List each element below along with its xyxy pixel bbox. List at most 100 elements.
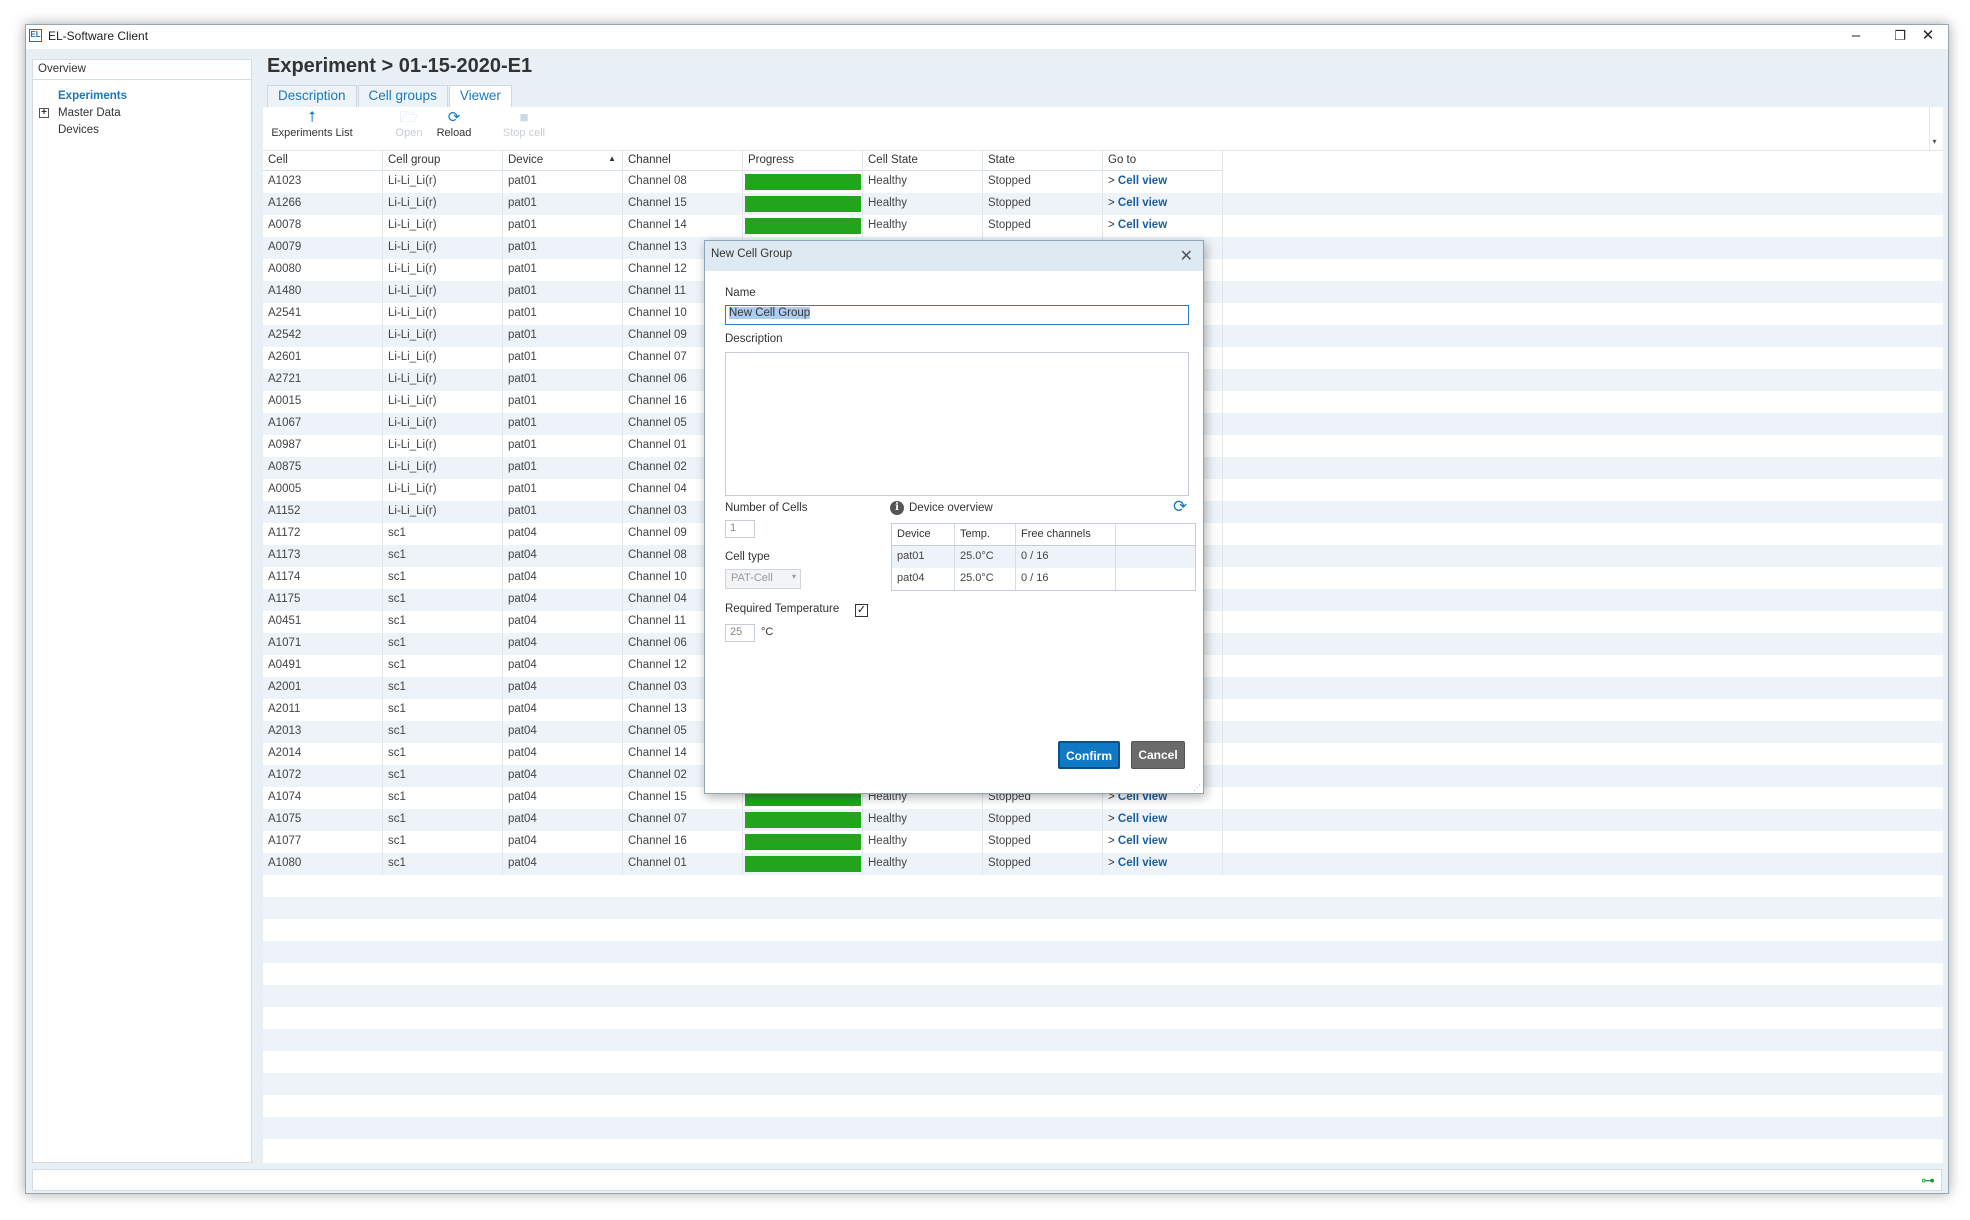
description-label: Description (725, 333, 783, 345)
cell-device: pat01 (503, 347, 623, 369)
cell-device: pat01 (503, 369, 623, 391)
column-header-cell[interactable]: Cell (263, 151, 383, 171)
column-header-channel[interactable]: Channel (623, 151, 743, 171)
cell-device: pat01 (503, 479, 623, 501)
sidebar-item-devices[interactable]: Devices (58, 124, 99, 136)
name-input[interactable]: New Cell Group (725, 305, 1189, 325)
cell-cell-id: A0005 (263, 479, 383, 501)
cell-device: pat04 (503, 677, 623, 699)
column-header-cell-group[interactable]: Cell group (383, 151, 503, 171)
reload-button[interactable]: ⟳ Reload (431, 109, 477, 139)
device-table-row[interactable]: pat04 25.0°C 0 / 16 (892, 568, 1195, 590)
empty-row (263, 1073, 1943, 1095)
confirm-button[interactable]: Confirm (1058, 741, 1120, 769)
progress-fill (745, 174, 861, 190)
number-of-cells-label: Number of Cells (725, 502, 808, 514)
cell-device: pat01 (503, 171, 623, 193)
column-header-progress[interactable]: Progress (743, 151, 863, 171)
cell-cell-group: Li-Li_Li(r) (383, 237, 503, 259)
column-header-device[interactable]: Device ▲ (503, 151, 623, 171)
cell-state: Stopped (983, 831, 1103, 853)
empty-row (263, 1029, 1943, 1051)
tab-cell-groups[interactable]: Cell groups (357, 85, 448, 107)
description-textarea[interactable] (725, 352, 1189, 496)
cell-go-to[interactable]: > Cell view (1103, 809, 1223, 831)
cancel-button[interactable]: Cancel (1131, 741, 1185, 769)
temperature-unit: °C (761, 626, 774, 638)
dialog-close-icon[interactable]: ✕ (1180, 246, 1193, 266)
open-button[interactable]: 🗁 Open (389, 109, 429, 139)
cell-channel: Channel 01 (623, 853, 743, 875)
cell-go-to[interactable]: > Cell view (1103, 193, 1223, 215)
cell-device: pat04 (503, 523, 623, 545)
cell-go-to[interactable]: > Cell view (1103, 171, 1223, 193)
cell-go-to[interactable]: > Cell view (1103, 215, 1223, 237)
column-header-state[interactable]: State (983, 151, 1103, 171)
cell-view-link[interactable]: Cell view (1118, 857, 1167, 869)
refresh-icon[interactable]: ⟳ (1173, 497, 1187, 517)
experiments-list-button[interactable]: ⭡ Experiments List (267, 109, 357, 139)
device-overview-table: Device Temp. Free channels pat01 25.0°C … (891, 523, 1196, 591)
cell-view-link[interactable]: Cell view (1118, 175, 1167, 187)
column-header-go-to[interactable]: Go to (1103, 151, 1223, 171)
cell-cell-state: Healthy (863, 215, 983, 237)
cell-cell-group: sc1 (383, 567, 503, 589)
device-table-row[interactable]: pat01 25.0°C 0 / 16 (892, 546, 1195, 568)
table-row[interactable]: A1080 sc1 pat04 Channel 01 Healthy Stopped > C… (263, 853, 1943, 875)
empty-row (263, 941, 1943, 963)
cell-cell-id: A1152 (263, 501, 383, 523)
cell-cell-group: sc1 (383, 853, 503, 875)
required-temperature-checkbox[interactable]: ✓ (855, 604, 868, 617)
cell-device: pat01 (503, 215, 623, 237)
cell-channel: Channel 08 (623, 171, 743, 193)
cell-cell-group: Li-Li_Li(r) (383, 501, 503, 523)
sidebar-item-master-data[interactable]: Master Data (58, 107, 121, 119)
cell-device: pat01 (503, 303, 623, 325)
progress-bar (745, 174, 861, 190)
stop-cell-button[interactable]: ■ Stop cell (499, 109, 549, 139)
device-name: pat04 (892, 568, 955, 590)
reload-label: Reload (436, 127, 472, 139)
table-row[interactable]: A1266 Li-Li_Li(r) pat01 Channel 15 Healthy St… (263, 193, 1943, 215)
cell-cell-state: Healthy (863, 193, 983, 215)
cell-view-link[interactable]: Cell view (1118, 813, 1167, 825)
cell-cell-group: Li-Li_Li(r) (383, 325, 503, 347)
table-row[interactable]: A1075 sc1 pat04 Channel 07 Healthy Stopped > C… (263, 809, 1943, 831)
cell-progress (743, 215, 863, 237)
tab-description[interactable]: Description (267, 85, 357, 107)
cell-cell-id: A1075 (263, 809, 383, 831)
table-row[interactable]: A1077 sc1 pat04 Channel 16 Healthy Stopped > C… (263, 831, 1943, 853)
cell-cell-group: sc1 (383, 611, 503, 633)
cell-go-to[interactable]: > Cell view (1103, 831, 1223, 853)
cell-view-link[interactable]: Cell view (1118, 219, 1167, 231)
cell-view-link[interactable]: Cell view (1118, 197, 1167, 209)
sidebar: Overview Experiments + Master Data Devic… (32, 59, 252, 1163)
close-icon[interactable]: ✕ (1906, 25, 1950, 49)
cell-cell-id: A0078 (263, 215, 383, 237)
cell-cell-state: Healthy (863, 809, 983, 831)
cell-go-to[interactable]: > Cell view (1103, 853, 1223, 875)
cell-cell-group: sc1 (383, 699, 503, 721)
empty-row (263, 875, 1943, 897)
tab-viewer[interactable]: Viewer (448, 85, 512, 107)
progress-bar (745, 812, 861, 828)
expand-plus-icon[interactable]: + (39, 108, 49, 118)
cell-view-link[interactable]: Cell view (1118, 835, 1167, 847)
cell-device: pat04 (503, 721, 623, 743)
table-row[interactable]: A1023 Li-Li_Li(r) pat01 Channel 08 Healthy St… (263, 171, 1943, 193)
column-header-cell-state[interactable]: Cell State (863, 151, 983, 171)
toolbar-overflow-icon[interactable]: ▾ (1929, 107, 1939, 151)
resize-grip-icon[interactable]: ⋰ (1193, 783, 1201, 792)
cell-cell-state: Healthy (863, 853, 983, 875)
table-row[interactable]: A0078 Li-Li_Li(r) pat01 Channel 14 Healthy St… (263, 215, 1943, 237)
info-icon: i (890, 501, 904, 515)
sidebar-item-experiments[interactable]: Experiments (58, 90, 127, 102)
cell-type-select[interactable]: PAT-Cell ▾ (725, 569, 801, 589)
cell-device: pat04 (503, 589, 623, 611)
temperature-input[interactable]: 25 (725, 624, 755, 642)
cell-device: pat04 (503, 765, 623, 787)
cell-cell-group: Li-Li_Li(r) (383, 281, 503, 303)
number-of-cells-input[interactable]: 1 (725, 520, 755, 538)
minimize-icon[interactable]: – (1834, 25, 1878, 49)
go-to-arrow: > (1108, 197, 1115, 209)
